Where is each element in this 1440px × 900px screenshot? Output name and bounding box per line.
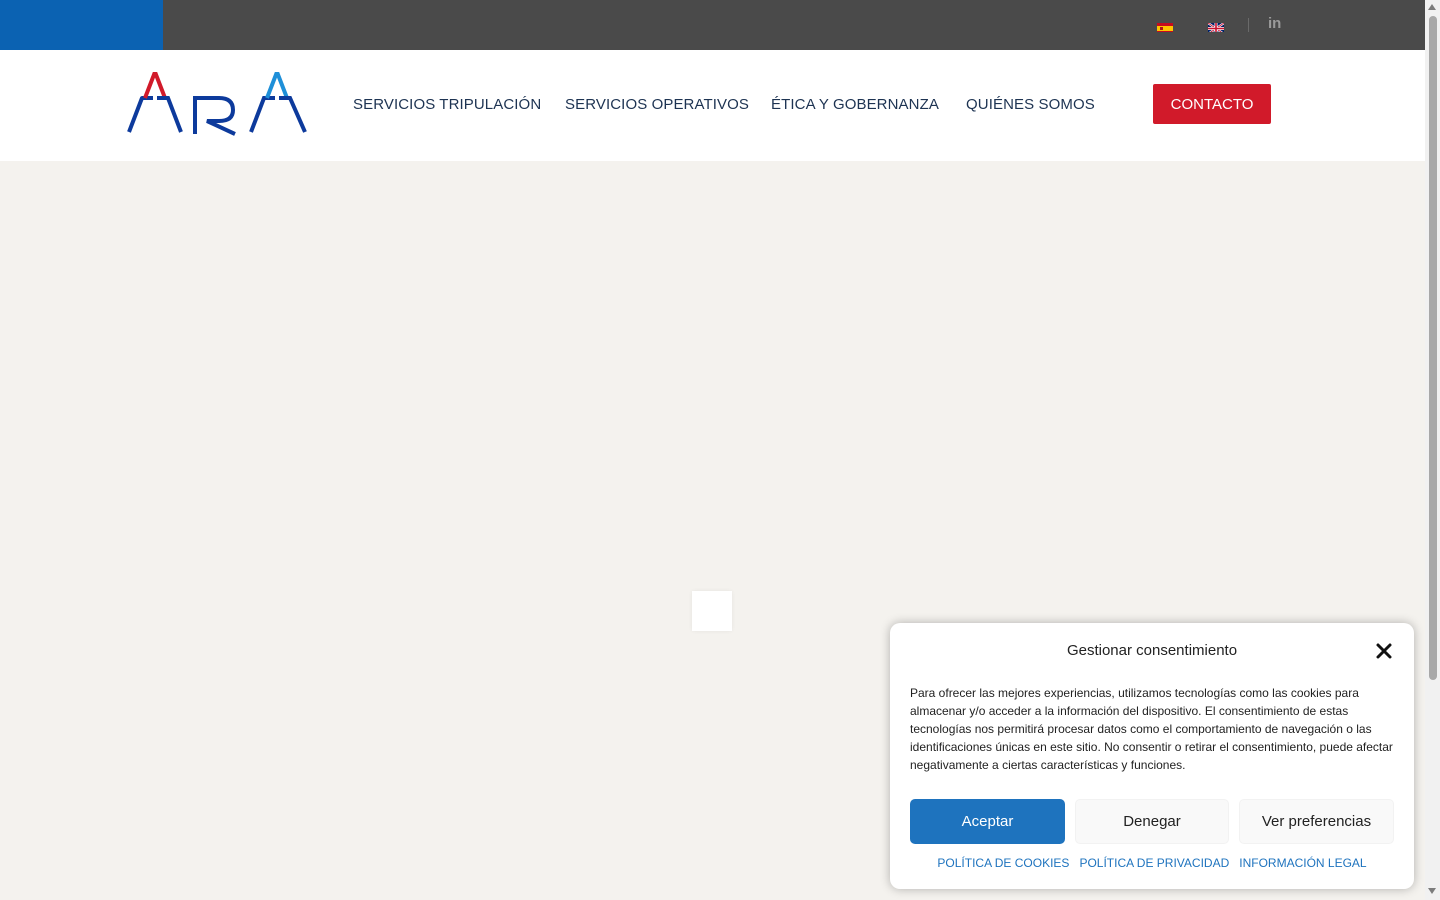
nav-etica-gobernanza[interactable]: ÉTICA Y GOBERNANZA	[771, 96, 939, 113]
view-preferences-button[interactable]: Ver preferencias	[1239, 799, 1394, 844]
scroll-up-arrow-icon[interactable]	[1428, 4, 1436, 10]
top-bar-divider	[1248, 18, 1249, 32]
spanish-flag-icon[interactable]	[1157, 21, 1173, 32]
linkedin-icon[interactable]: in	[1268, 15, 1281, 32]
close-icon[interactable]	[1374, 641, 1394, 661]
cookie-policy-link[interactable]: POLÍTICA DE COOKIES	[937, 856, 1069, 870]
cookie-dialog-message: Para ofrecer las mejores experiencias, u…	[910, 686, 1393, 772]
nav-servicios-operativos[interactable]: SERVICIOS OPERATIVOS	[565, 96, 749, 113]
cookie-consent-dialog: Gestionar consentimiento Para ofrecer la…	[890, 623, 1414, 889]
accept-cookies-button[interactable]: Aceptar	[910, 799, 1065, 844]
scroll-down-arrow-icon[interactable]	[1428, 888, 1436, 894]
top-bar: in	[0, 0, 1425, 50]
site-header: SERVICIOS TRIPULACIÓN SERVICIOS OPERATIV…	[0, 50, 1425, 161]
contact-button[interactable]: CONTACTO	[1153, 84, 1271, 124]
uk-flag-icon[interactable]	[1208, 21, 1224, 32]
privacy-policy-link[interactable]: POLÍTICA DE PRIVACIDAD	[1079, 856, 1229, 870]
nav-quienes-somos[interactable]: QUIÉNES SOMOS	[966, 96, 1095, 113]
nav-servicios-tripulacion[interactable]: SERVICIOS TRIPULACIÓN	[353, 96, 541, 113]
loading-spinner	[692, 591, 732, 631]
ara-logo[interactable]	[127, 66, 309, 136]
cookie-dialog-title: Gestionar consentimiento	[1066, 642, 1238, 659]
legal-info-link[interactable]: INFORMACIÓN LEGAL	[1239, 856, 1366, 870]
top-bar-accent	[0, 0, 163, 50]
scrollbar-thumb[interactable]	[1429, 16, 1437, 680]
deny-cookies-button[interactable]: Denegar	[1075, 799, 1229, 844]
cookie-policy-links: POLÍTICA DE COOKIES POLÍTICA DE PRIVACID…	[890, 856, 1414, 870]
